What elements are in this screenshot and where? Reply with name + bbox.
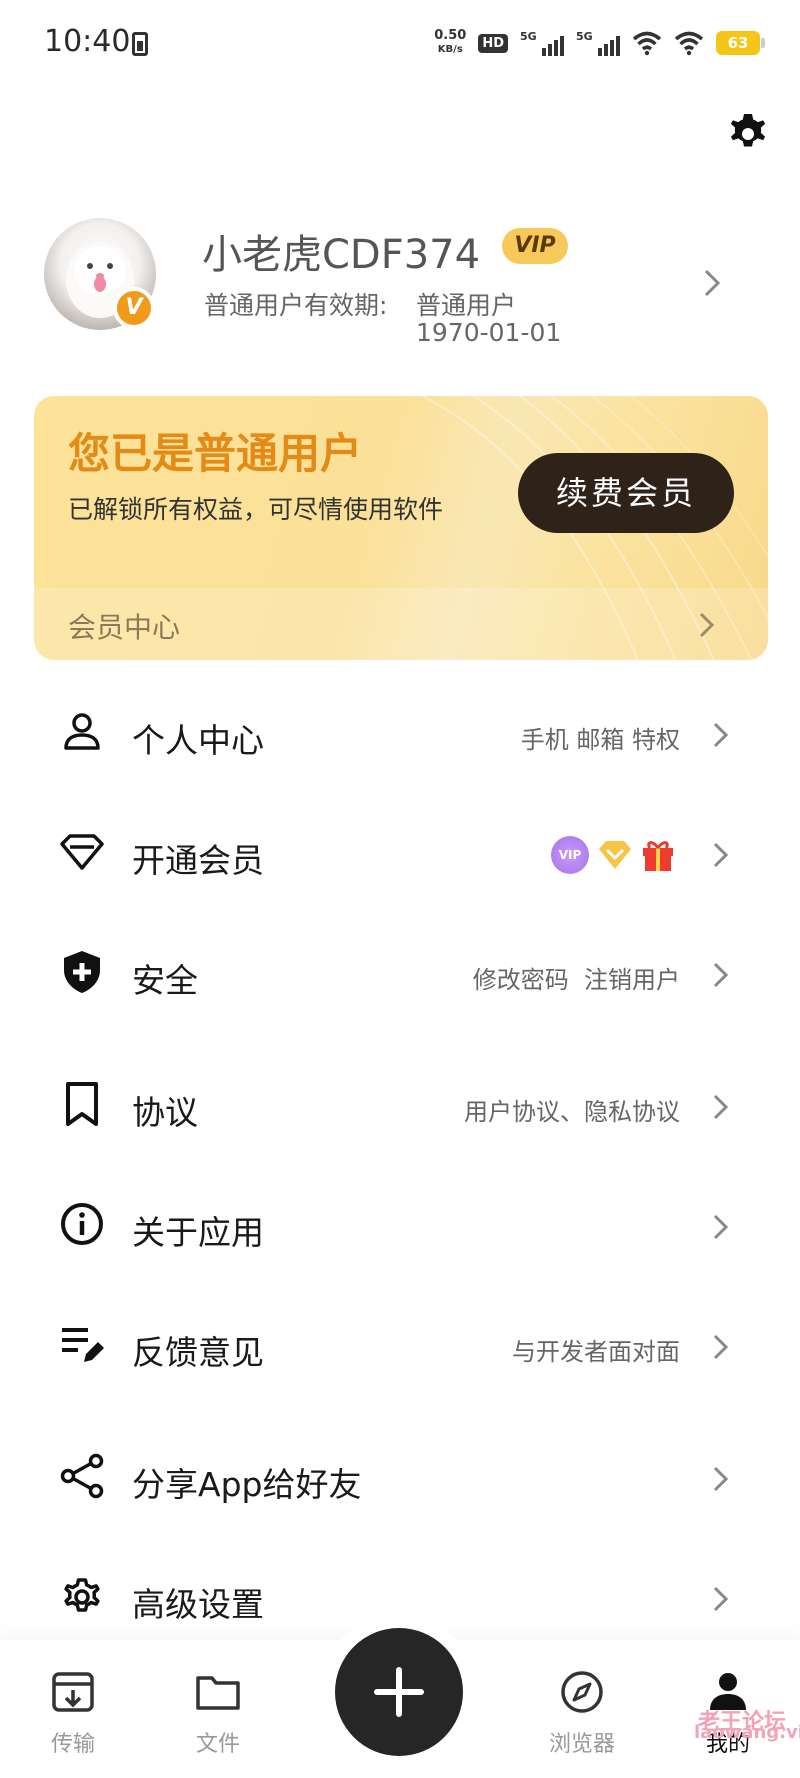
menu-label: 个人中心 xyxy=(132,721,264,760)
member-card: 您已是普通用户 已解锁所有权益，可尽情使用软件 续费会员 会员中心 xyxy=(34,396,768,660)
menu-label: 关于应用 xyxy=(132,1213,264,1252)
menu-sub: 用户协议、隐私协议 xyxy=(464,1098,680,1126)
vip-badge: VIP xyxy=(502,228,568,264)
menu-item-agreement[interactable]: 协议 用户协议、隐私协议 xyxy=(0,1062,800,1152)
menu-label: 协议 xyxy=(132,1093,198,1132)
member-center-label: 会员中心 xyxy=(68,611,181,644)
member-center-row[interactable]: 会员中心 xyxy=(34,588,768,660)
menu-item-share[interactable]: 分享App给好友 xyxy=(0,1434,800,1524)
chevron-right-icon xyxy=(713,1334,729,1360)
menu-sub: 修改密码 注销用户 xyxy=(472,966,680,994)
wifi-icon xyxy=(632,31,662,56)
share-icon xyxy=(60,1453,104,1499)
menu-label: 高级设置 xyxy=(132,1585,264,1624)
profile-chevron-right-icon[interactable] xyxy=(702,268,722,298)
menu-item-feedback[interactable]: 反馈意见 与开发者面对面 xyxy=(0,1302,800,1392)
gold-diamond-icon xyxy=(599,841,631,869)
vip-circle-icon: VIP xyxy=(551,836,589,874)
chevron-right-icon xyxy=(713,1214,729,1240)
battery-icon: 63 xyxy=(716,31,765,55)
diamond-icon xyxy=(60,834,104,870)
menu-label: 分享App给好友 xyxy=(132,1465,362,1504)
hd-icon: HD xyxy=(478,33,508,53)
menu-item-security[interactable]: 安全 修改密码 注销用户 xyxy=(0,930,800,1020)
info-icon xyxy=(61,1203,103,1245)
nav-transfer[interactable]: 传输 xyxy=(18,1668,128,1768)
add-fab-button[interactable] xyxy=(335,1628,463,1756)
renew-membership-button[interactable]: 续费会员 xyxy=(518,453,734,533)
chevron-right-icon xyxy=(713,722,729,748)
person-icon xyxy=(64,713,100,750)
battery-saver-icon xyxy=(132,32,148,56)
gear-icon xyxy=(64,1578,100,1612)
chevron-right-icon xyxy=(713,1094,729,1120)
nav-label: 浏览器 xyxy=(548,1732,615,1757)
chevron-right-icon xyxy=(699,612,715,638)
nav-browser[interactable]: 浏览器 xyxy=(527,1668,637,1768)
status-time: 10:40 xyxy=(44,24,131,59)
menu-label: 开通会员 xyxy=(132,841,264,880)
settings-gear-icon[interactable] xyxy=(724,108,772,156)
menu-item-membership[interactable]: 开通会员 VIP xyxy=(0,810,800,900)
compass-icon xyxy=(561,1671,603,1713)
card-title: 您已是普通用户 xyxy=(68,429,363,478)
signal-icon: 5G xyxy=(520,30,564,56)
verified-badge: V xyxy=(113,287,155,329)
watermark-url: laowang.vip xyxy=(694,1722,800,1743)
signal-icon: 5G xyxy=(576,30,620,56)
chevron-right-icon xyxy=(713,962,729,988)
status-bar: 10:40 0.50 KB/s HD 5G 5G 63 xyxy=(0,0,800,88)
expiry-label: 普通用户有效期: xyxy=(204,291,388,320)
username[interactable]: 小老虎CDF374 xyxy=(202,222,480,280)
chevron-right-icon xyxy=(713,1586,729,1612)
network-speed: 0.50 KB/s xyxy=(434,28,467,56)
menu-item-about[interactable]: 关于应用 xyxy=(0,1182,800,1272)
expiry-date: 1970-01-01 xyxy=(416,318,562,347)
chevron-right-icon xyxy=(713,1466,729,1492)
nav-label: 传输 xyxy=(50,1732,95,1757)
download-tray-icon xyxy=(52,1672,94,1712)
shield-icon xyxy=(64,951,100,993)
menu-label: 安全 xyxy=(132,961,198,1000)
status-indicators: 0.50 KB/s HD 5G 5G 63 xyxy=(434,26,765,60)
nav-label: 文件 xyxy=(195,1732,240,1757)
wifi-icon xyxy=(674,31,704,56)
menu-label: 反馈意见 xyxy=(132,1333,264,1372)
bookmark-icon xyxy=(66,1082,98,1126)
plus-icon xyxy=(374,1667,424,1717)
menu-item-personal-center[interactable]: 个人中心 手机 邮箱 特权 xyxy=(0,690,800,780)
chevron-right-icon xyxy=(713,842,729,868)
nav-files[interactable]: 文件 xyxy=(163,1668,273,1768)
folder-icon xyxy=(196,1676,240,1710)
gift-icon xyxy=(643,841,673,871)
menu-sub: 手机 邮箱 特权 xyxy=(520,726,680,754)
expiry-value: 普通用户 xyxy=(416,291,517,320)
menu-sub: 与开发者面对面 xyxy=(512,1338,680,1366)
edit-list-icon xyxy=(62,1328,104,1362)
card-subtitle: 已解锁所有权益，可尽情使用软件 xyxy=(68,495,444,524)
